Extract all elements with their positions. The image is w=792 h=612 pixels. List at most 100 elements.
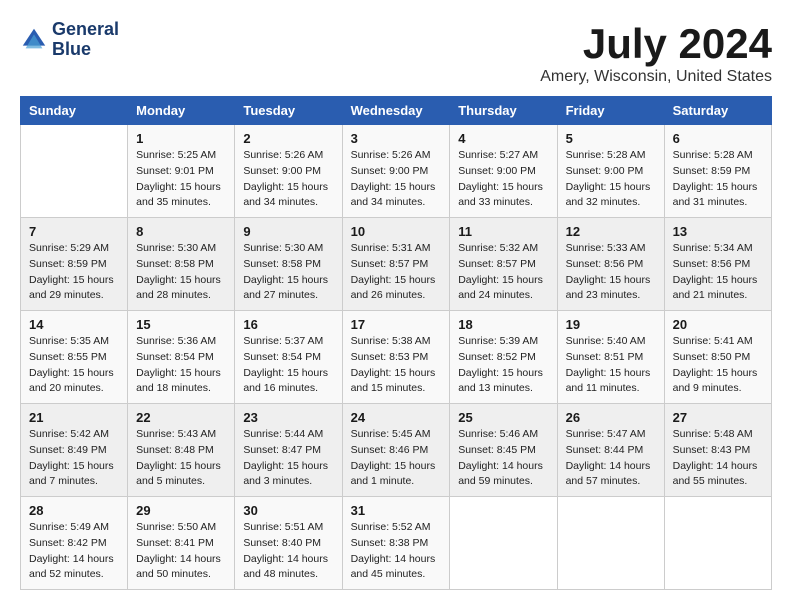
logo-icon xyxy=(20,26,48,54)
day-number: 1 xyxy=(136,131,226,146)
day-info: Sunrise: 5:27 AM Sunset: 9:00 PM Dayligh… xyxy=(458,148,548,211)
calendar-cell: 31 Sunrise: 5:52 AM Sunset: 8:38 PM Dayli… xyxy=(342,497,450,590)
calendar-cell xyxy=(21,125,128,218)
calendar-table: SundayMondayTuesdayWednesdayThursdayFrid… xyxy=(20,96,772,590)
day-info: Sunrise: 5:34 AM Sunset: 8:56 PM Dayligh… xyxy=(673,241,763,304)
day-number: 3 xyxy=(351,131,442,146)
calendar-cell: 4 Sunrise: 5:27 AM Sunset: 9:00 PM Daylig… xyxy=(450,125,557,218)
logo-text: General Blue xyxy=(52,20,119,60)
day-info: Sunrise: 5:31 AM Sunset: 8:57 PM Dayligh… xyxy=(351,241,442,304)
calendar-week-row: 1 Sunrise: 5:25 AM Sunset: 9:01 PM Daylig… xyxy=(21,125,772,218)
calendar-cell: 27 Sunrise: 5:48 AM Sunset: 8:43 PM Dayli… xyxy=(664,404,771,497)
day-info: Sunrise: 5:46 AM Sunset: 8:45 PM Dayligh… xyxy=(458,427,548,490)
day-number: 15 xyxy=(136,317,226,332)
day-info: Sunrise: 5:26 AM Sunset: 9:00 PM Dayligh… xyxy=(351,148,442,211)
column-header-thursday: Thursday xyxy=(450,97,557,125)
day-info: Sunrise: 5:52 AM Sunset: 8:38 PM Dayligh… xyxy=(351,520,442,583)
calendar-cell: 14 Sunrise: 5:35 AM Sunset: 8:55 PM Dayli… xyxy=(21,311,128,404)
day-number: 16 xyxy=(243,317,333,332)
title-section: July 2024 Amery, Wisconsin, United State… xyxy=(540,20,772,86)
day-number: 23 xyxy=(243,410,333,425)
day-number: 28 xyxy=(29,503,119,518)
calendar-cell: 12Sunrise: 5:33 AM Sunset: 8:56 PM Dayli… xyxy=(557,218,664,311)
day-number: 18 xyxy=(458,317,548,332)
day-info: Sunrise: 5:36 AM Sunset: 8:54 PM Dayligh… xyxy=(136,334,226,397)
day-number: 7 xyxy=(29,224,119,239)
day-number: 6 xyxy=(673,131,763,146)
day-number: 17 xyxy=(351,317,442,332)
day-number: 11 xyxy=(458,224,548,239)
day-info: Sunrise: 5:25 AM Sunset: 9:01 PM Dayligh… xyxy=(136,148,226,211)
column-header-tuesday: Tuesday xyxy=(235,97,342,125)
calendar-cell: 10 Sunrise: 5:31 AM Sunset: 8:57 PM Dayli… xyxy=(342,218,450,311)
day-number: 2 xyxy=(243,131,333,146)
day-info: Sunrise: 5:29 AM Sunset: 8:59 PM Dayligh… xyxy=(29,241,119,304)
day-info: Sunrise: 5:30 AM Sunset: 8:58 PM Dayligh… xyxy=(243,241,333,304)
day-number: 25 xyxy=(458,410,548,425)
day-info: Sunrise: 5:47 AM Sunset: 8:44 PM Dayligh… xyxy=(566,427,656,490)
day-number: 10 xyxy=(351,224,442,239)
day-info: Sunrise: 5:32 AM Sunset: 8:57 PM Dayligh… xyxy=(458,241,548,304)
calendar-week-row: 14 Sunrise: 5:35 AM Sunset: 8:55 PM Dayli… xyxy=(21,311,772,404)
day-number: 24 xyxy=(351,410,442,425)
day-info: Sunrise: 5:51 AM Sunset: 8:40 PM Dayligh… xyxy=(243,520,333,583)
column-header-saturday: Saturday xyxy=(664,97,771,125)
calendar-cell: 30 Sunrise: 5:51 AM Sunset: 8:40 PM Dayli… xyxy=(235,497,342,590)
logo-line1: General xyxy=(52,20,119,40)
day-number: 5 xyxy=(566,131,656,146)
calendar-week-row: 28 Sunrise: 5:49 AM Sunset: 8:42 PM Dayli… xyxy=(21,497,772,590)
day-info: Sunrise: 5:45 AM Sunset: 8:46 PM Dayligh… xyxy=(351,427,442,490)
calendar-cell: 17Sunrise: 5:38 AM Sunset: 8:53 PM Dayli… xyxy=(342,311,450,404)
calendar-cell: 3 Sunrise: 5:26 AM Sunset: 9:00 PM Daylig… xyxy=(342,125,450,218)
day-number: 13 xyxy=(673,224,763,239)
calendar-cell: 2 Sunrise: 5:26 AM Sunset: 9:00 PM Daylig… xyxy=(235,125,342,218)
day-info: Sunrise: 5:50 AM Sunset: 8:41 PM Dayligh… xyxy=(136,520,226,583)
calendar-cell: 15 Sunrise: 5:36 AM Sunset: 8:54 PM Dayli… xyxy=(128,311,235,404)
day-info: Sunrise: 5:37 AM Sunset: 8:54 PM Dayligh… xyxy=(243,334,333,397)
logo: General Blue xyxy=(20,20,119,60)
calendar-cell: 20 Sunrise: 5:41 AM Sunset: 8:50 PM Dayli… xyxy=(664,311,771,404)
calendar-week-row: 21Sunrise: 5:42 AM Sunset: 8:49 PM Dayli… xyxy=(21,404,772,497)
calendar-cell xyxy=(664,497,771,590)
calendar-cell: 29 Sunrise: 5:50 AM Sunset: 8:41 PM Dayli… xyxy=(128,497,235,590)
day-info: Sunrise: 5:30 AM Sunset: 8:58 PM Dayligh… xyxy=(136,241,226,304)
day-info: Sunrise: 5:43 AM Sunset: 8:48 PM Dayligh… xyxy=(136,427,226,490)
calendar-cell: 26 Sunrise: 5:47 AM Sunset: 8:44 PM Dayli… xyxy=(557,404,664,497)
day-info: Sunrise: 5:42 AM Sunset: 8:49 PM Dayligh… xyxy=(29,427,119,490)
day-info: Sunrise: 5:44 AM Sunset: 8:47 PM Dayligh… xyxy=(243,427,333,490)
day-info: Sunrise: 5:35 AM Sunset: 8:55 PM Dayligh… xyxy=(29,334,119,397)
day-number: 30 xyxy=(243,503,333,518)
day-info: Sunrise: 5:49 AM Sunset: 8:42 PM Dayligh… xyxy=(29,520,119,583)
calendar-cell: 11 Sunrise: 5:32 AM Sunset: 8:57 PM Dayli… xyxy=(450,218,557,311)
day-info: Sunrise: 5:26 AM Sunset: 9:00 PM Dayligh… xyxy=(243,148,333,211)
calendar-cell: 28 Sunrise: 5:49 AM Sunset: 8:42 PM Dayli… xyxy=(21,497,128,590)
column-header-wednesday: Wednesday xyxy=(342,97,450,125)
month-title: July 2024 xyxy=(540,20,772,68)
calendar-cell: 6 Sunrise: 5:28 AM Sunset: 8:59 PM Daylig… xyxy=(664,125,771,218)
calendar-cell: 22Sunrise: 5:43 AM Sunset: 8:48 PM Dayli… xyxy=(128,404,235,497)
calendar-cell: 5Sunrise: 5:28 AM Sunset: 9:00 PM Daylig… xyxy=(557,125,664,218)
calendar-cell: 16 Sunrise: 5:37 AM Sunset: 8:54 PM Dayli… xyxy=(235,311,342,404)
day-number: 14 xyxy=(29,317,119,332)
day-info: Sunrise: 5:41 AM Sunset: 8:50 PM Dayligh… xyxy=(673,334,763,397)
calendar-cell: 21Sunrise: 5:42 AM Sunset: 8:49 PM Dayli… xyxy=(21,404,128,497)
calendar-cell: 24 Sunrise: 5:45 AM Sunset: 8:46 PM Dayli… xyxy=(342,404,450,497)
header: General Blue July 2024 Amery, Wisconsin,… xyxy=(20,20,772,86)
day-info: Sunrise: 5:28 AM Sunset: 8:59 PM Dayligh… xyxy=(673,148,763,211)
logo-line2: Blue xyxy=(52,40,119,60)
column-header-monday: Monday xyxy=(128,97,235,125)
day-number: 26 xyxy=(566,410,656,425)
location-title: Amery, Wisconsin, United States xyxy=(540,68,772,86)
day-number: 29 xyxy=(136,503,226,518)
calendar-cell xyxy=(450,497,557,590)
day-number: 8 xyxy=(136,224,226,239)
calendar-cell: 19Sunrise: 5:40 AM Sunset: 8:51 PM Dayli… xyxy=(557,311,664,404)
day-number: 20 xyxy=(673,317,763,332)
day-number: 27 xyxy=(673,410,763,425)
day-info: Sunrise: 5:48 AM Sunset: 8:43 PM Dayligh… xyxy=(673,427,763,490)
calendar-cell: 13 Sunrise: 5:34 AM Sunset: 8:56 PM Dayli… xyxy=(664,218,771,311)
column-header-friday: Friday xyxy=(557,97,664,125)
day-number: 4 xyxy=(458,131,548,146)
calendar-cell xyxy=(557,497,664,590)
day-number: 31 xyxy=(351,503,442,518)
